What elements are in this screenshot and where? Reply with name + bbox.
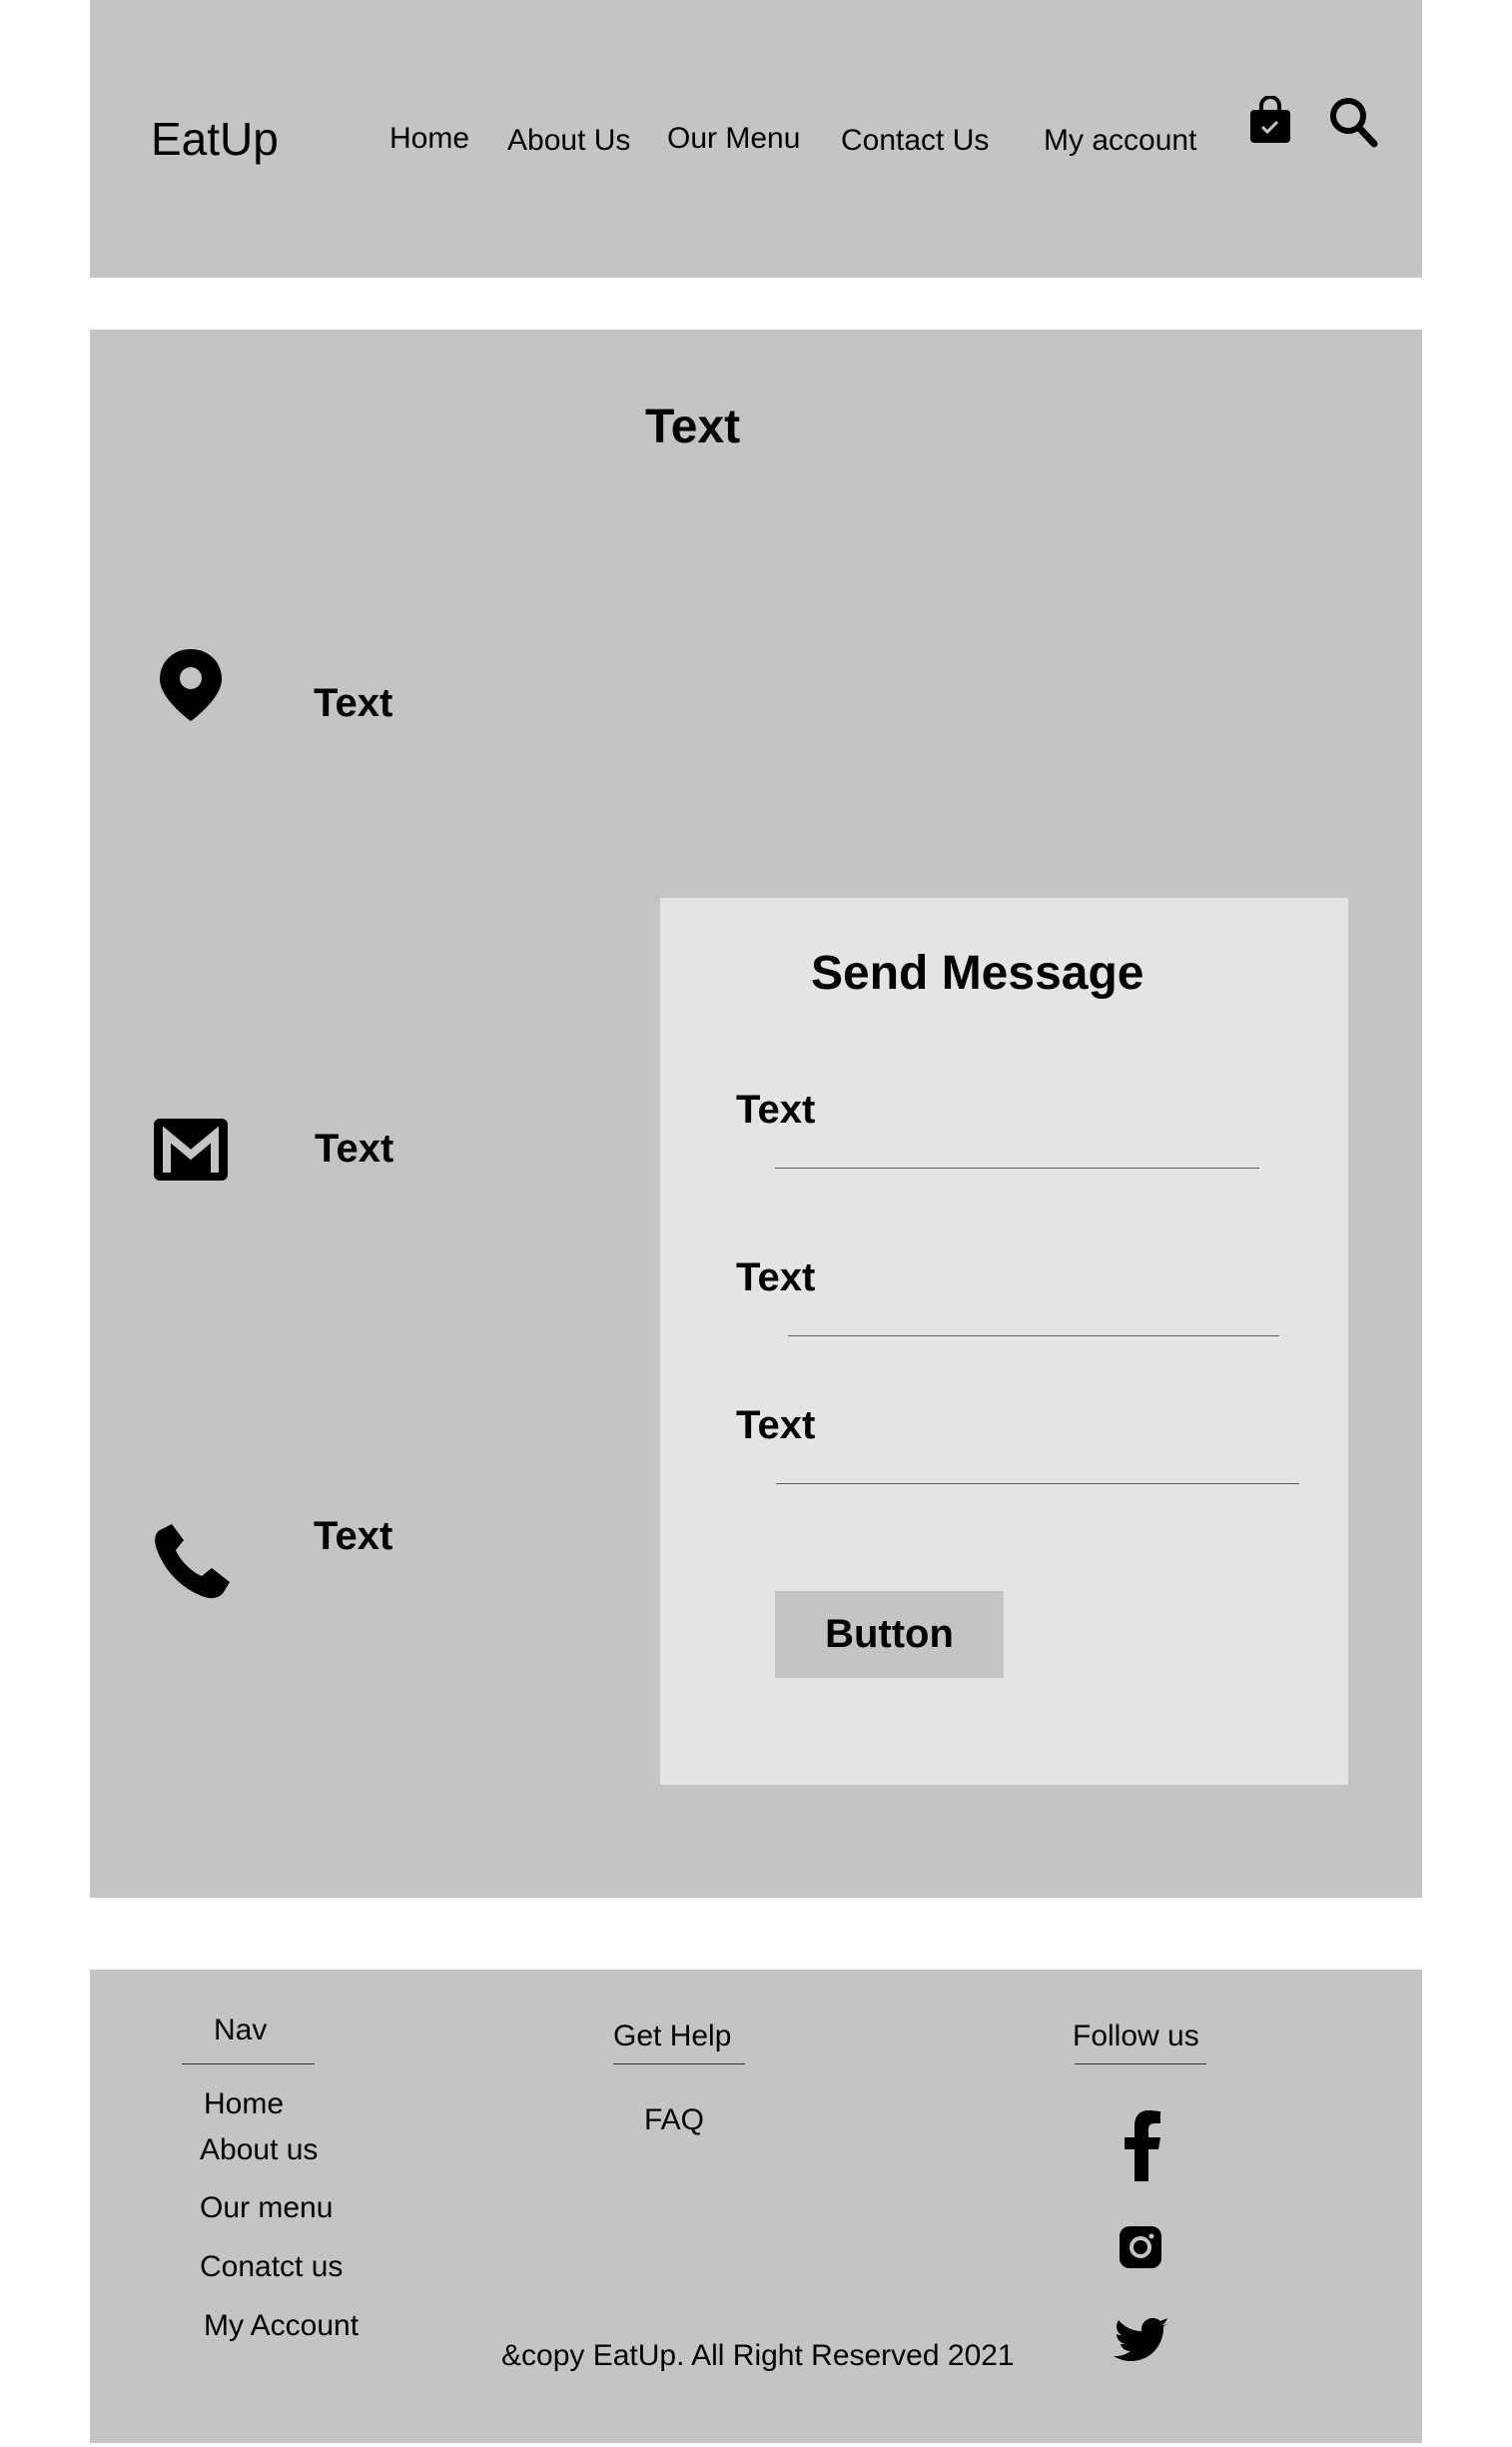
footer-link-about-us[interactable]: About us [200, 2133, 318, 2167]
footer-link-faq[interactable]: FAQ [644, 2103, 704, 2137]
footer-follow-underline [1075, 2063, 1206, 2064]
instagram-icon[interactable] [1119, 2225, 1162, 2269]
footer-nav-underline [182, 2063, 315, 2064]
footer-link-my-account[interactable]: My Account [204, 2309, 359, 2343]
mail-icon [152, 1117, 230, 1183]
nav-our-menu[interactable]: Our Menu [667, 122, 800, 156]
facebook-icon[interactable] [1123, 2109, 1162, 2181]
footer-help-heading: Get Help [613, 2020, 732, 2052]
submit-button[interactable]: Button [775, 1591, 1004, 1678]
send-message-form: Send Message Text Text Text Button [660, 898, 1348, 1785]
address-text: Text [314, 681, 393, 725]
search-icon[interactable] [1328, 96, 1378, 148]
field-underline [775, 1168, 1259, 1169]
logo[interactable]: EatUp [151, 112, 279, 166]
nav-my-account[interactable]: My account [1044, 124, 1196, 158]
email-text: Text [315, 1127, 394, 1171]
site-header: EatUp Home About Us Our Menu Contact Us … [90, 0, 1422, 278]
nav-home[interactable]: Home [389, 122, 469, 156]
nav-about-us[interactable]: About Us [507, 124, 630, 158]
footer-link-contact-us[interactable]: Conatct us [200, 2250, 343, 2284]
footer-link-home[interactable]: Home [204, 2087, 284, 2121]
form-field-1[interactable]: Text [660, 1088, 1348, 1170]
map-pin-icon [158, 647, 224, 723]
field-underline [788, 1335, 1279, 1336]
contact-section: Text Text Text Text Send Message Text Te… [90, 330, 1422, 1898]
footer-follow-heading: Follow us [1073, 2020, 1199, 2052]
form-field-2[interactable]: Text [660, 1255, 1348, 1337]
field-label: Text [736, 1088, 816, 1132]
field-label: Text [736, 1403, 816, 1447]
section-title: Text [645, 401, 741, 453]
twitter-icon[interactable] [1113, 2317, 1170, 2367]
footer-help-underline [613, 2063, 745, 2064]
site-footer: Nav Home About us Our menu Conatct us My… [90, 1970, 1422, 2443]
shopping-bag-icon[interactable] [1248, 95, 1292, 144]
phone-icon [152, 1520, 232, 1602]
nav-contact-us[interactable]: Contact Us [841, 124, 989, 158]
footer-nav-heading: Nav [214, 2014, 268, 2046]
footer-link-our-menu[interactable]: Our menu [200, 2191, 333, 2225]
field-label: Text [736, 1255, 816, 1299]
phone-text: Text [314, 1514, 393, 1558]
form-title: Send Message [811, 947, 1144, 1000]
form-field-3[interactable]: Text [660, 1403, 1348, 1485]
field-underline [776, 1483, 1299, 1484]
copyright-text: &copy EatUp. All Right Reserved 2021 [501, 2339, 1015, 2372]
